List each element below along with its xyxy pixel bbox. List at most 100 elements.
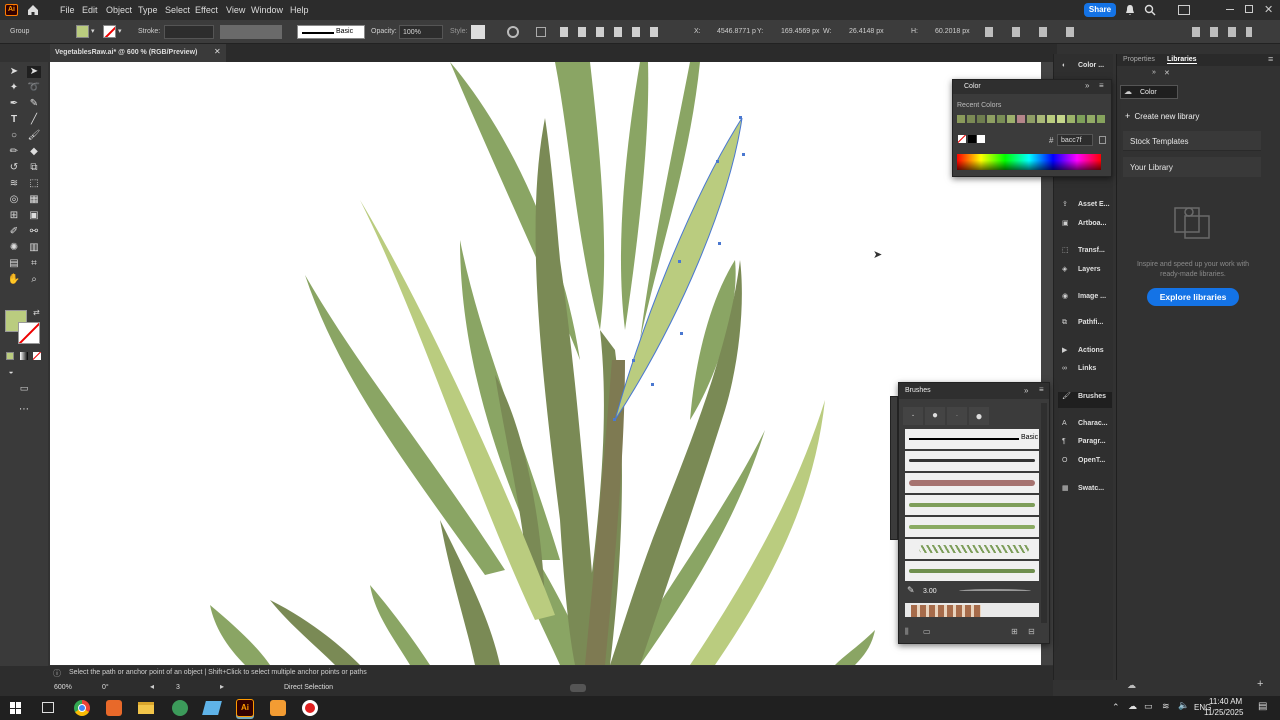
draw-mode-icon[interactable]: ◒: [4, 366, 18, 378]
recent-color-swatch[interactable]: [1087, 115, 1095, 123]
rotate-tool-icon[interactable]: ↺: [7, 162, 21, 174]
panel-character[interactable]: A Charac...: [1062, 420, 1114, 436]
magic-wand-icon[interactable]: ✦: [7, 82, 21, 94]
recent-colors[interactable]: [957, 115, 1107, 125]
brush-libraries-icon[interactable]: ⫼: [905, 627, 909, 637]
rotation-value[interactable]: 0°: [102, 684, 109, 691]
recent-color-swatch[interactable]: [1077, 115, 1085, 123]
zoom-level[interactable]: 600%: [54, 684, 72, 691]
recent-color-swatch[interactable]: [1037, 115, 1045, 123]
warp-tool-icon[interactable]: ≋: [7, 178, 21, 190]
illustrator-taskbar-icon[interactable]: Ai: [236, 699, 254, 717]
volume-icon[interactable]: 🔈: [1178, 700, 1189, 711]
line-tool-icon[interactable]: ╱: [27, 114, 41, 126]
ellipse-tool-icon[interactable]: ○: [7, 130, 21, 142]
panel-menu-icon[interactable]: ≡: [1268, 54, 1273, 64]
file-explorer-icon[interactable]: [138, 702, 154, 714]
network-icon[interactable]: ☁: [1128, 701, 1137, 712]
eraser-icon[interactable]: ◆: [27, 146, 41, 158]
tab-libraries[interactable]: Libraries: [1167, 56, 1197, 64]
brushes-side-tab[interactable]: [890, 396, 898, 540]
perspective-grid-icon[interactable]: ▦: [27, 194, 41, 206]
library-dropdown[interactable]: ☁ Color: [1120, 85, 1178, 99]
direct-selection-tool-icon[interactable]: ➤: [27, 66, 41, 78]
selection-tool-icon[interactable]: ➤: [7, 66, 21, 78]
w-value[interactable]: 26.4148 px: [849, 28, 884, 35]
clock-date[interactable]: 11/25/2025: [1204, 708, 1243, 717]
align-icons[interactable]: [560, 27, 666, 37]
menu-file[interactable]: File: [60, 5, 75, 15]
pen-tool-icon[interactable]: ✒: [7, 98, 21, 110]
close-tab-icon[interactable]: ✕: [214, 47, 221, 56]
opacity-field[interactable]: 100%: [399, 25, 443, 39]
gradient-tool-icon[interactable]: ▣: [27, 210, 41, 222]
recent-color-swatch[interactable]: [1017, 115, 1025, 123]
home-icon[interactable]: [26, 3, 40, 17]
brush-charcoal[interactable]: [905, 451, 1039, 471]
recent-color-swatch[interactable]: [1047, 115, 1055, 123]
clock-time[interactable]: 11:40 AM: [1209, 697, 1242, 706]
menu-select[interactable]: Select: [165, 5, 190, 15]
media-player-icon[interactable]: [270, 700, 286, 716]
close-icon[interactable]: ✕: [1264, 3, 1273, 16]
explore-libraries-button[interactable]: Explore libraries: [1147, 288, 1239, 306]
recent-color-swatch[interactable]: [997, 115, 1005, 123]
menu-object[interactable]: Object: [106, 5, 132, 15]
horizontal-scrollbar[interactable]: [570, 684, 586, 692]
share-button[interactable]: Share: [1084, 3, 1116, 17]
menu-view[interactable]: View: [226, 5, 245, 15]
brushes-scrollbar[interactable]: [1041, 403, 1047, 623]
app-orange-icon[interactable]: [106, 700, 122, 716]
style-swatch[interactable]: [471, 25, 485, 39]
library-panel-close-icon[interactable]: ✕: [1164, 69, 1170, 77]
white-swatch[interactable]: [977, 135, 985, 143]
add-icon[interactable]: +: [1257, 678, 1263, 690]
recolor-icon[interactable]: [507, 26, 519, 38]
brush-green-2[interactable]: [905, 517, 1039, 537]
tray-chevron-icon[interactable]: ⌃: [1112, 702, 1120, 713]
eyedropper-icon[interactable]: ✐: [7, 226, 21, 238]
recent-color-swatch[interactable]: [1027, 115, 1035, 123]
display-icon[interactable]: ▭: [1144, 701, 1153, 712]
curvature-tool-icon[interactable]: ✎: [27, 98, 41, 110]
restore-icon[interactable]: [1245, 5, 1253, 13]
brush-folder-icon[interactable]: ▭: [923, 627, 931, 636]
tab-properties[interactable]: Properties: [1123, 56, 1155, 63]
panel-swatches[interactable]: ▦ Swatc...: [1062, 484, 1114, 500]
recent-color-swatch[interactable]: [1007, 115, 1015, 123]
brushes-panel-footer[interactable]: ⫼ ▭ ⊞ ⊟: [903, 627, 1045, 641]
copy-icon[interactable]: [1099, 136, 1106, 144]
library-panel-collapse-icon[interactable]: »: [1152, 69, 1156, 76]
delete-brush-icon[interactable]: ⊟: [1028, 627, 1035, 636]
mesh-tool-icon[interactable]: ⊞: [7, 210, 21, 222]
recorder-icon[interactable]: [302, 700, 318, 716]
brush-rose[interactable]: [905, 473, 1039, 493]
paintbrush-icon[interactable]: 🖌: [27, 130, 41, 142]
brush-green-1[interactable]: [905, 495, 1039, 515]
wifi-icon[interactable]: ≋: [1162, 701, 1170, 712]
none-mode-icon[interactable]: [33, 352, 41, 360]
bell-icon[interactable]: [1124, 4, 1136, 16]
app-blue-icon[interactable]: [202, 701, 222, 715]
menu-type[interactable]: Type: [138, 5, 158, 15]
menu-window[interactable]: Window: [251, 5, 283, 15]
brushes-panel-header[interactable]: Brushes » ≡: [899, 383, 1049, 399]
windows-start-icon[interactable]: [10, 702, 22, 714]
panel-asset-export[interactable]: ⇪ Asset E...: [1062, 200, 1114, 216]
recent-color-swatch[interactable]: [967, 115, 975, 123]
h-value[interactable]: 60.2018 px: [935, 28, 970, 35]
column-graph-icon[interactable]: ▥: [27, 242, 41, 254]
shaper-tool-icon[interactable]: ✏: [7, 146, 21, 158]
brush-size-presets[interactable]: · ● · ●: [903, 407, 993, 425]
stock-templates-item[interactable]: Stock Templates: [1123, 131, 1261, 151]
align-to-icon[interactable]: [536, 27, 546, 37]
collapse-icon[interactable]: »: [1085, 81, 1089, 90]
panel-paragraph[interactable]: ¶ Paragr...: [1062, 438, 1114, 454]
app-logo[interactable]: Ai: [5, 4, 18, 16]
panel-actions[interactable]: ▶ Actions: [1062, 346, 1114, 362]
chevron-down-icon[interactable]: ▾: [118, 27, 122, 35]
panel-artboards[interactable]: ▣ Artboa...: [1062, 219, 1114, 235]
recent-color-swatch[interactable]: [1057, 115, 1065, 123]
minimize-icon[interactable]: [1226, 9, 1234, 10]
menu-edit[interactable]: Edit: [82, 5, 98, 15]
